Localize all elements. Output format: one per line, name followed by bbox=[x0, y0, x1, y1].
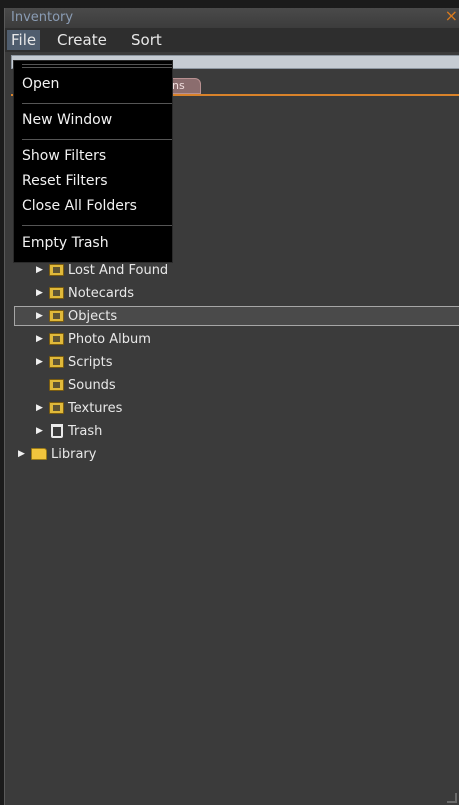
window-title: Inventory bbox=[11, 10, 74, 25]
menu-item-new-window[interactable]: New Window bbox=[22, 110, 170, 130]
tree-item-label: Notecards bbox=[68, 285, 135, 301]
menu-item-reset-filters[interactable]: Reset Filters bbox=[22, 171, 170, 191]
tree-item-label: Library bbox=[51, 446, 97, 462]
tree-item-library[interactable]: ▶ Library bbox=[18, 444, 96, 464]
lost-and-found-folder-icon bbox=[49, 264, 64, 276]
tree-item-scripts[interactable]: ▶ Scripts bbox=[36, 352, 112, 372]
expand-arrow-icon[interactable]: ▶ bbox=[36, 426, 46, 436]
sound-folder-icon bbox=[49, 379, 64, 391]
tree-item-label: Lost And Found bbox=[68, 262, 169, 278]
notecard-folder-icon bbox=[49, 287, 64, 299]
tree-item-sounds[interactable]: Sounds bbox=[49, 375, 116, 395]
expand-arrow-icon[interactable]: ▶ bbox=[36, 311, 46, 321]
expand-arrow-icon[interactable]: ▶ bbox=[36, 334, 46, 344]
menu-divider bbox=[22, 139, 172, 140]
expand-arrow-icon[interactable]: ▶ bbox=[36, 265, 46, 275]
resize-handle[interactable] bbox=[447, 793, 457, 803]
menu-create[interactable]: Create bbox=[53, 30, 111, 50]
tree-item-label: Photo Album bbox=[68, 331, 151, 347]
tree-item-photo-album[interactable]: ▶ Photo Album bbox=[36, 329, 151, 349]
menu-sort[interactable]: Sort bbox=[127, 30, 166, 50]
photo-folder-icon bbox=[49, 333, 64, 345]
tree-item-textures[interactable]: ▶ Textures bbox=[36, 398, 122, 418]
menu-divider bbox=[22, 64, 172, 65]
file-menu-dropdown: Open New Window Show Filters Reset Filte… bbox=[13, 60, 173, 263]
menu-item-empty-trash[interactable]: Empty Trash bbox=[22, 233, 170, 253]
tree-item-notecards[interactable]: ▶ Notecards bbox=[36, 283, 134, 303]
menu-divider bbox=[22, 103, 172, 104]
expand-arrow-icon[interactable]: ▶ bbox=[18, 449, 28, 459]
close-icon[interactable]: × bbox=[445, 6, 458, 25]
tree-item-label: Objects bbox=[68, 308, 118, 324]
tree-item-label: Sounds bbox=[68, 377, 116, 393]
menu-item-close-all-folders[interactable]: Close All Folders bbox=[22, 196, 170, 216]
trash-icon bbox=[51, 424, 63, 438]
menu-bar: File Create Sort bbox=[5, 28, 459, 52]
expand-arrow-icon[interactable]: ▶ bbox=[36, 288, 46, 298]
tree-item-lost-and-found[interactable]: ▶ Lost And Found bbox=[36, 260, 168, 280]
expand-arrow-icon[interactable]: ▶ bbox=[36, 403, 46, 413]
menu-item-show-filters[interactable]: Show Filters bbox=[22, 146, 170, 166]
inventory-window: Inventory × File Create Sort ns ▶ Lost A… bbox=[4, 6, 459, 805]
texture-folder-icon bbox=[49, 402, 64, 414]
expand-arrow-icon[interactable]: ▶ bbox=[36, 357, 46, 367]
tree-item-label: Trash bbox=[68, 423, 103, 439]
title-bar[interactable]: Inventory × bbox=[5, 6, 459, 28]
object-folder-icon bbox=[49, 310, 64, 322]
tree-item-objects[interactable]: ▶ Objects bbox=[14, 306, 459, 326]
folder-icon bbox=[31, 448, 47, 460]
menu-item-open[interactable]: Open bbox=[22, 74, 170, 94]
menu-divider bbox=[22, 225, 172, 226]
script-folder-icon bbox=[49, 356, 64, 368]
menu-file[interactable]: File bbox=[7, 30, 41, 50]
tree-item-label: Textures bbox=[68, 400, 123, 416]
menu-divider bbox=[22, 67, 172, 68]
tree-item-label: Scripts bbox=[68, 354, 113, 370]
tree-item-trash[interactable]: ▶ Trash bbox=[36, 421, 102, 441]
